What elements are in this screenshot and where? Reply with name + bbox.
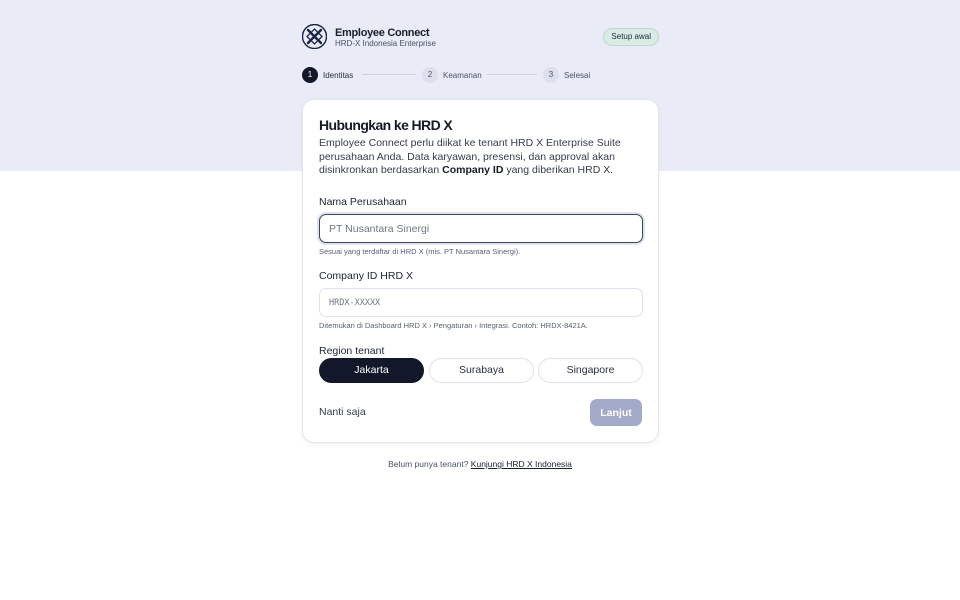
step-number: 3 xyxy=(543,67,559,83)
step-label: Keamanan xyxy=(443,70,482,80)
app-header: Employee Connect HRD-X Indonesia Enterpr… xyxy=(302,24,659,52)
company-id-label: Company ID HRD X xyxy=(319,270,413,282)
card-description: Employee Connect perlu diikat ke tenant … xyxy=(319,137,645,178)
region-label: Region tenant xyxy=(319,345,385,357)
step-label: Identitas xyxy=(323,70,354,80)
company-name-input[interactable] xyxy=(319,214,643,243)
region-option-singapore[interactable]: Singapore xyxy=(538,358,643,383)
brand-name: Employee Connect xyxy=(335,27,430,39)
footer: Belum punya tenant? Kunjungi HRD X Indon… xyxy=(0,459,960,469)
brand-subtitle: HRD-X Indonesia Enterprise xyxy=(335,39,436,48)
connect-card: Hubungkan ke HRD X Employee Connect perl… xyxy=(302,99,659,443)
footer-text: Belum punya tenant? xyxy=(388,459,469,469)
region-selector: Jakarta Surabaya Singapore xyxy=(319,358,643,383)
company-name-label: Nama Perusahaan xyxy=(319,196,407,208)
step-number: 1 xyxy=(302,67,318,83)
card-title: Hubungkan ke HRD X xyxy=(319,117,453,133)
company-name-hint: Sesuai yang terdaftar di HRD X (mis. PT … xyxy=(319,247,521,256)
region-option-jakarta[interactable]: Jakarta xyxy=(319,358,424,383)
step-keamanan: 2 Keamanan xyxy=(422,67,482,83)
region-option-surabaya[interactable]: Surabaya xyxy=(429,358,534,383)
hrdx-logo-icon xyxy=(302,24,327,49)
step-connector xyxy=(362,74,416,75)
company-id-input[interactable] xyxy=(319,288,643,317)
next-button[interactable]: Lanjut xyxy=(590,399,642,426)
step-connector xyxy=(487,74,537,75)
description-text-end: yang diberikan HRD X. xyxy=(503,164,614,176)
company-id-hint: Ditemukan di Dashboard HRD X › Pengatura… xyxy=(319,321,588,330)
visit-hrdx-link[interactable]: Kunjungi HRD X Indonesia xyxy=(471,459,572,469)
setup-stepper: 1 Identitas 2 Keamanan 3 Selesai xyxy=(302,67,659,83)
step-selesai: 3 Selesai xyxy=(543,67,590,83)
step-identitas: 1 Identitas xyxy=(302,67,353,83)
step-label: Selesai xyxy=(564,70,591,80)
setup-status-badge: Setup awal xyxy=(603,28,659,46)
step-number: 2 xyxy=(422,67,438,83)
description-emphasis: Company ID xyxy=(442,164,504,176)
skip-later-link[interactable]: Nanti saja xyxy=(319,406,366,418)
